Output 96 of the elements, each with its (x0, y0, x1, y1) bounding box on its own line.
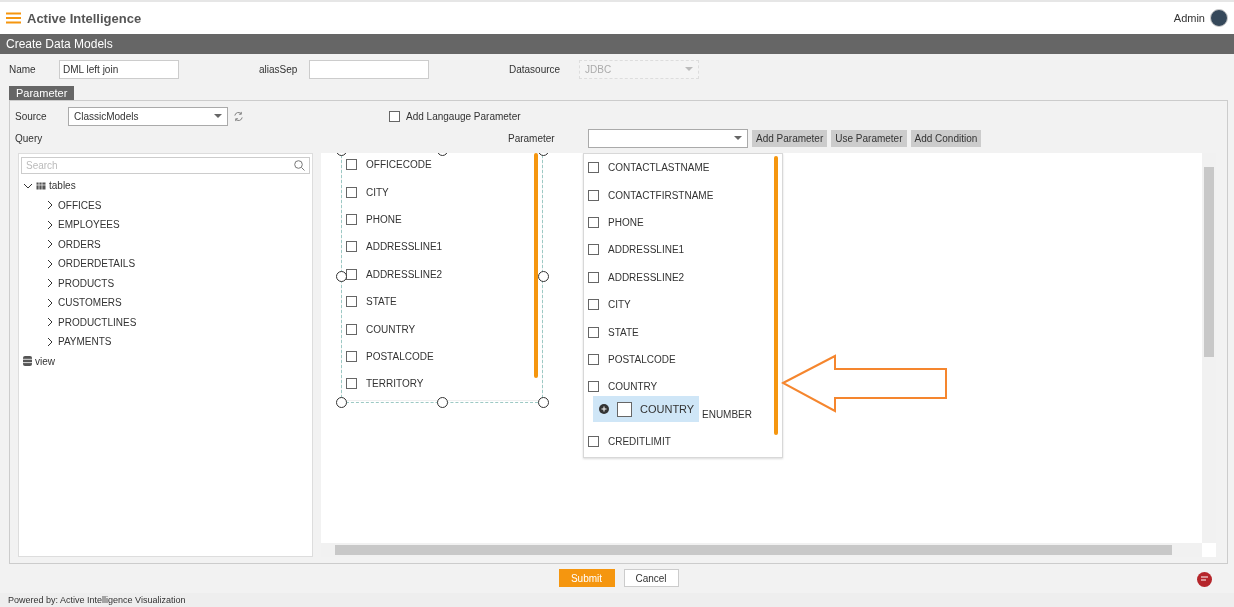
chevron-right-icon[interactable] (45, 258, 55, 269)
checkbox[interactable] (588, 326, 599, 338)
checkbox[interactable] (588, 271, 599, 283)
toolbar-button[interactable]: Add Condition (910, 129, 982, 147)
field-name: CITY (608, 299, 631, 311)
chat-icon[interactable] (1197, 572, 1212, 587)
parameter-label: Parameter (508, 132, 556, 144)
field-name: ENUMBER (702, 408, 752, 420)
resize-handle[interactable] (537, 270, 549, 282)
field-name: CONTACTFIRSTNAME (608, 189, 714, 201)
field-name: ADDRESSLINE1 (608, 244, 685, 256)
checkbox[interactable] (588, 436, 599, 448)
field-label: Name (9, 63, 37, 75)
checkbox[interactable] (588, 244, 599, 256)
field-name: CONTACTLASTNAME (608, 162, 710, 174)
checkbox[interactable] (588, 162, 599, 174)
checkbox[interactable] (346, 350, 357, 362)
field-name: OFFICECODE (366, 159, 432, 171)
drag-chip[interactable]: COUNTRY (593, 396, 699, 422)
checkbox-label: Add Langauge Parameter (406, 110, 521, 122)
source-label: Source (15, 110, 48, 122)
checkbox[interactable] (588, 299, 599, 311)
chevron-right-icon[interactable] (45, 317, 55, 328)
user-name[interactable]: Admin (1173, 12, 1205, 24)
field-name: ADDRESSLINE1 (366, 241, 443, 253)
chevron-right-icon[interactable] (45, 239, 55, 250)
search-icon[interactable] (294, 160, 305, 171)
toolbar-button[interactable]: Use Parameter (831, 129, 907, 147)
scrollbar-thumb[interactable] (534, 153, 538, 378)
table-card[interactable]: OFFICECODE CITY PHONE ADDRESSLINE1 ADDRESSLINE2 STATE COUNTRY POSTALCODE TERRITORY (341, 153, 543, 401)
checkbox[interactable] (346, 268, 357, 280)
checkbox[interactable] (346, 241, 357, 253)
field-name: PHONE (366, 213, 402, 225)
source-select[interactable]: ClassicModels (68, 106, 228, 126)
field-name: ADDRESSLINE2 (366, 268, 443, 280)
cancel-button[interactable]: Cancel (623, 569, 679, 587)
checkbox[interactable] (346, 323, 357, 335)
field-name: STATE (366, 296, 397, 308)
field-name: ADDRESSLINE2 (608, 271, 685, 283)
resize-handle[interactable] (335, 270, 347, 282)
checkbox[interactable] (588, 216, 599, 228)
tree-item[interactable]: PRODUCTLINES (58, 316, 137, 328)
field-label: aliasSep (259, 63, 299, 75)
field-name: CITY (366, 186, 389, 198)
checkbox[interactable] (389, 110, 400, 122)
toolbar-button[interactable]: Add Parameter (752, 129, 828, 147)
tree-item[interactable]: tables (49, 180, 76, 192)
field-name: POSTALCODE (608, 353, 676, 365)
field-name: CREDITLIMIT (608, 436, 671, 448)
search-field[interactable]: Search (21, 157, 310, 174)
scrollbar-thumb[interactable] (774, 156, 778, 436)
tree-item[interactable]: view (35, 355, 55, 367)
field-name: PHONE (608, 216, 644, 228)
refresh-icon[interactable] (233, 110, 244, 122)
input-field[interactable]: DML left join (59, 59, 179, 79)
field-name: POSTALCODE (366, 350, 434, 362)
tree-item[interactable]: ORDERDETAILS (58, 258, 136, 270)
tree-item[interactable]: ORDERS (58, 238, 101, 250)
checkbox[interactable] (346, 186, 357, 198)
avatar[interactable] (1210, 9, 1228, 27)
checkbox[interactable] (346, 213, 357, 225)
app-title: Active Intelligence (27, 10, 143, 26)
field-name: COUNTRY (608, 381, 658, 393)
database-icon (23, 356, 32, 367)
resize-handle[interactable] (537, 397, 549, 409)
checkbox[interactable] (588, 381, 599, 393)
tree-item[interactable]: PRODUCTS (58, 277, 115, 289)
checkbox[interactable] (346, 296, 357, 308)
field-name: TERRITORY (366, 378, 424, 390)
chevron-right-icon[interactable] (45, 336, 55, 347)
input-field[interactable] (309, 59, 429, 79)
chevron-right-icon[interactable] (45, 200, 55, 211)
chevron-right-icon[interactable] (45, 297, 55, 308)
field-name: STATE (608, 326, 639, 338)
field-name: COUNTRY (640, 403, 695, 415)
field-name: COUNTRY (366, 323, 416, 335)
resize-handle[interactable] (436, 397, 448, 409)
plus-circle-icon (599, 404, 609, 414)
tree-item[interactable]: CUSTOMERS (58, 297, 122, 309)
checkbox[interactable] (346, 378, 357, 390)
table-icon (36, 181, 46, 190)
field-label: Datasource (509, 63, 562, 75)
resize-handle[interactable] (335, 397, 347, 409)
chevron-right-icon[interactable] (45, 219, 55, 230)
page-title: Create Data Models (0, 34, 1234, 54)
tree-item[interactable]: PAYMENTS (58, 336, 112, 348)
tree-item[interactable]: OFFICES (58, 199, 102, 211)
footer-text: Powered by: Active Intelligence Visualization (0, 593, 1234, 607)
horizontal-scrollbar[interactable] (321, 543, 1202, 557)
parameter-tab[interactable]: Parameter (9, 86, 75, 100)
tree-item[interactable]: EMPLOYEES (58, 219, 120, 231)
checkbox[interactable] (588, 353, 599, 365)
checkbox[interactable] (346, 159, 357, 171)
checkbox[interactable] (588, 189, 599, 201)
query-label: Query (15, 132, 44, 144)
chevron-right-icon[interactable] (45, 278, 55, 289)
